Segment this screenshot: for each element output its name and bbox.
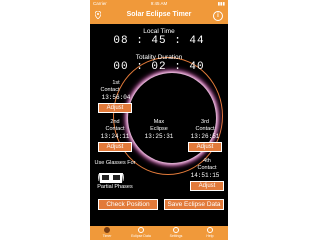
info-icon[interactable]: i bbox=[213, 11, 223, 21]
fourth-contact-adjust-button[interactable]: Adjust bbox=[190, 181, 224, 191]
help-icon bbox=[207, 227, 213, 233]
timer-icon bbox=[104, 227, 110, 233]
fourth-contact-time: 14:51:15 bbox=[190, 172, 220, 179]
totality-label: Totality Duration bbox=[135, 54, 183, 61]
second-contact-adjust-button[interactable]: Adjust bbox=[98, 142, 132, 152]
glasses-note-line2: Partial Phases bbox=[97, 184, 133, 190]
max-eclipse-label-2: Eclipse bbox=[150, 126, 168, 132]
second-contact-label-1: 2nd bbox=[110, 119, 120, 125]
eclipse-data-icon bbox=[138, 227, 144, 233]
tab-settings-label: Settings bbox=[169, 234, 183, 238]
first-contact-label-2: Contact bbox=[100, 87, 120, 93]
third-contact-label-2: Contact bbox=[195, 126, 215, 132]
local-time-value: 08 : 45 : 44 bbox=[113, 35, 205, 47]
tab-eclipse-data-label: Eclipse Data bbox=[131, 234, 151, 238]
max-eclipse-label-1: Max bbox=[153, 119, 165, 125]
glasses-note-line1: Use Glasses For bbox=[94, 160, 136, 166]
tab-timer-label: Timer bbox=[102, 234, 112, 238]
nav-bar: Solar Eclipse Timer i bbox=[90, 7, 228, 24]
third-contact-time: 13:26:51 bbox=[190, 133, 220, 140]
first-contact-label-1: 1st bbox=[112, 80, 120, 86]
tab-eclipse-data[interactable]: Eclipse Data bbox=[124, 227, 158, 238]
status-bar: Carrier 9:45 AM ▮▮▮ bbox=[90, 0, 228, 7]
max-eclipse-time: 13:25:31 bbox=[144, 133, 174, 140]
gear-icon bbox=[173, 227, 179, 233]
first-contact-adjust-button[interactable]: Adjust bbox=[98, 103, 132, 113]
fourth-contact-label-1: 4th bbox=[203, 158, 211, 164]
page-title: Solar Eclipse Timer bbox=[126, 11, 192, 18]
third-contact-adjust-button[interactable]: Adjust bbox=[188, 142, 222, 152]
phone-screen: Carrier 9:45 AM ▮▮▮ Solar Eclipse Timer … bbox=[90, 0, 228, 240]
tab-help-label: Help bbox=[206, 234, 214, 238]
totality-value: 00 : 02 : 40 bbox=[113, 61, 205, 73]
eclipse-glasses-icon bbox=[98, 173, 124, 183]
battery-icon: ▮▮▮ bbox=[217, 1, 225, 6]
tab-help[interactable]: Help bbox=[193, 227, 227, 238]
tab-settings[interactable]: Settings bbox=[159, 227, 193, 238]
third-contact-label-1: 3rd bbox=[201, 119, 209, 125]
tab-timer[interactable]: Timer bbox=[90, 227, 124, 238]
save-eclipse-data-button[interactable]: Save Eclipse Data bbox=[164, 199, 224, 210]
status-time: 9:45 AM bbox=[150, 1, 168, 6]
tab-bar: Timer Eclipse Data Settings Help bbox=[90, 226, 228, 240]
second-contact-label-2: Contact bbox=[105, 126, 125, 132]
check-position-button[interactable]: Check Position bbox=[98, 199, 158, 210]
local-time-label: Local Time bbox=[143, 28, 175, 35]
second-contact-time: 13:24:11 bbox=[100, 133, 130, 140]
first-contact-time: 13:56:04 bbox=[101, 94, 131, 101]
fourth-contact-label-2: Contact bbox=[197, 165, 217, 171]
